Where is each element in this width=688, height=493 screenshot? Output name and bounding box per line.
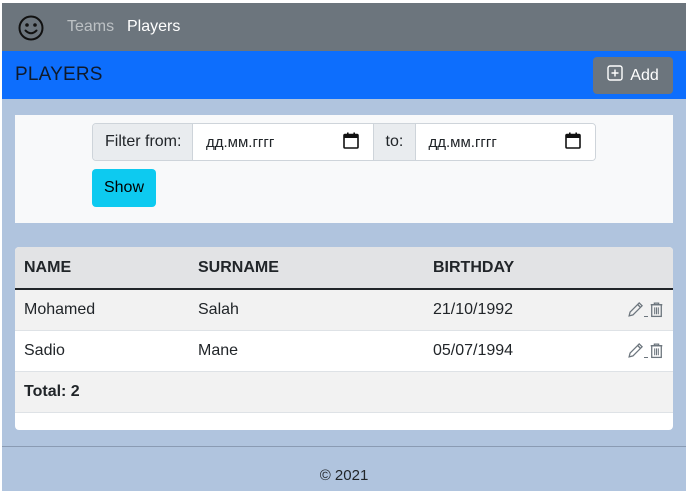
- page-header: PLAYERS Add: [2, 51, 686, 99]
- row-actions: [614, 289, 673, 331]
- nav-link-players[interactable]: Players: [127, 17, 180, 37]
- cell-name: Mohamed: [15, 289, 189, 331]
- pencil-icon[interactable]: [627, 342, 644, 359]
- column-header-birthday[interactable]: BIRTHDAY: [424, 247, 614, 290]
- date-from-value: дд.мм.гггг: [206, 133, 275, 151]
- date-to-value: дд.мм.гггг: [428, 133, 497, 151]
- total-count: Total: 2: [15, 371, 673, 413]
- smiley-icon[interactable]: [17, 14, 45, 42]
- filter-panel: Filter from: дд.мм.гггг to: дд.мм.гггг S…: [15, 115, 673, 223]
- filter-from-label: Filter from:: [93, 124, 193, 160]
- filter-to-label: to:: [372, 124, 416, 160]
- cell-surname: Salah: [189, 289, 424, 331]
- plus-square-icon: [607, 65, 623, 86]
- cell-name: Sadio: [15, 330, 189, 372]
- add-button-label: Add: [630, 66, 659, 84]
- date-filter-group: Filter from: дд.мм.гггг to: дд.мм.гггг: [92, 123, 596, 161]
- table-header-row: NAME SURNAME BIRTHDAY: [15, 247, 673, 290]
- calendar-icon[interactable]: [565, 132, 581, 153]
- trash-icon[interactable]: [648, 342, 665, 359]
- calendar-icon[interactable]: [342, 132, 359, 153]
- footer-copyright: © 2021: [319, 467, 369, 484]
- page-title: PLAYERS: [15, 64, 103, 85]
- cell-birthday: 05/07/1994: [424, 330, 614, 372]
- nav-link-teams[interactable]: Teams: [67, 17, 114, 37]
- top-navbar: Teams Players: [2, 3, 686, 51]
- pencil-icon[interactable]: [627, 301, 644, 318]
- column-header-actions: [614, 247, 673, 290]
- show-button[interactable]: Show: [92, 169, 156, 207]
- trash-icon[interactable]: [648, 301, 665, 318]
- app-frame: Teams Players PLAYERS Add Filter from: д…: [2, 3, 686, 491]
- table-row: Mohamed Salah 21/10/1992: [15, 289, 673, 331]
- column-header-name[interactable]: NAME: [15, 247, 189, 290]
- players-table-card: NAME SURNAME BIRTHDAY Mohamed Salah 21/1…: [15, 247, 673, 430]
- table-row: Sadio Mane 05/07/1994: [15, 330, 673, 372]
- players-table: NAME SURNAME BIRTHDAY Mohamed Salah 21/1…: [15, 247, 673, 413]
- footer-divider: [2, 446, 686, 447]
- date-from-input[interactable]: дд.мм.гггг: [193, 124, 373, 160]
- add-player-button[interactable]: Add: [593, 57, 673, 94]
- column-header-surname[interactable]: SURNAME: [189, 247, 424, 290]
- cell-birthday: 21/10/1992: [424, 289, 614, 331]
- row-actions: [614, 330, 673, 372]
- cell-surname: Mane: [189, 330, 424, 372]
- date-to-input[interactable]: дд.мм.гггг: [415, 124, 595, 160]
- table-total-row: Total: 2: [15, 371, 673, 413]
